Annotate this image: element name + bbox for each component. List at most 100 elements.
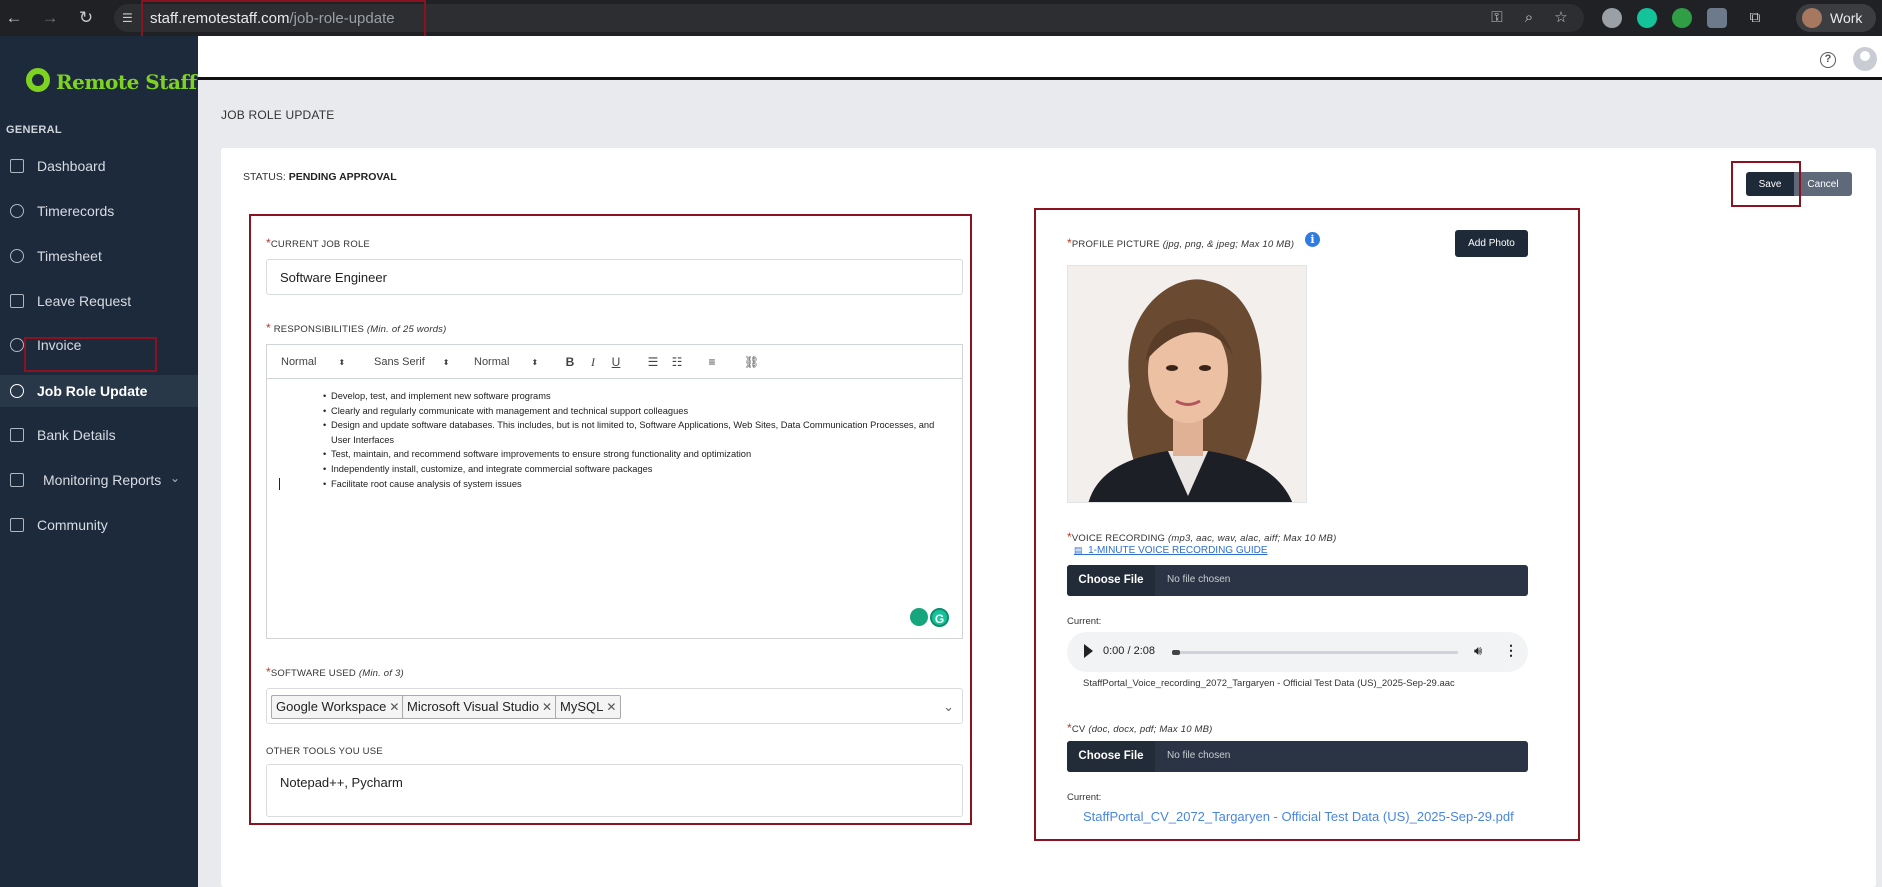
- sidebar-item-bank-details[interactable]: Bank Details: [0, 419, 198, 451]
- back-arrow-icon[interactable]: ←: [4, 8, 24, 28]
- screen-capture-icon[interactable]: [1707, 8, 1727, 28]
- password-key-icon[interactable]: ⚿: [1488, 9, 1506, 27]
- current-voice-label: Current:: [1067, 616, 1102, 627]
- sidebar-item-label: Community: [37, 517, 108, 533]
- page-title: JOB ROLE UPDATE: [221, 108, 335, 122]
- play-icon[interactable]: [1084, 644, 1093, 658]
- cv-file-link[interactable]: StaffPortal_CV_2072_Targaryen - Official…: [1083, 809, 1514, 824]
- software-hint: (Min. of 3): [358, 668, 404, 679]
- remove-chip-icon[interactable]: ✕: [606, 700, 616, 714]
- help-icon[interactable]: ?: [1820, 52, 1836, 68]
- highlight-active-nav: [24, 337, 157, 372]
- list-item: Facilitate root cause analysis of system…: [323, 477, 953, 492]
- brand-name: Remote Staff: [56, 70, 197, 94]
- calendar-icon: [10, 294, 24, 308]
- required-marker: *: [266, 321, 271, 335]
- sidebar-item-timesheet[interactable]: Timesheet: [0, 240, 198, 272]
- sidebar-item-label: Timerecords: [37, 203, 115, 219]
- heading-select[interactable]: Normal ⬍: [281, 356, 345, 368]
- top-bar: ?: [198, 36, 1882, 80]
- extensions-puzzle-icon[interactable]: ⧉: [1746, 9, 1764, 27]
- highlight-url: [141, 0, 426, 41]
- software-multiselect[interactable]: Google Workspace ✕ Microsoft Visual Studi…: [266, 688, 963, 724]
- size-select[interactable]: Normal ⬍: [474, 356, 538, 368]
- zoom-icon[interactable]: ⌕: [1520, 9, 1538, 27]
- sidebar-item-community[interactable]: Community: [0, 509, 198, 541]
- extension-icon[interactable]: [1602, 8, 1622, 28]
- remove-chip-icon[interactable]: ✕: [542, 700, 552, 714]
- audio-player[interactable]: 0:00 / 2:08 🔊︎ ⋮: [1067, 632, 1528, 672]
- list-item: Develop, test, and implement new softwar…: [323, 389, 953, 404]
- bold-icon[interactable]: B: [563, 355, 577, 369]
- italic-icon[interactable]: I: [586, 355, 600, 369]
- align-icon[interactable]: ≡: [705, 355, 719, 369]
- font-select[interactable]: Sans Serif ⬍: [374, 356, 449, 368]
- link-icon[interactable]: ⛓: [744, 355, 759, 369]
- list-item: Independently install, customize, and in…: [323, 462, 953, 477]
- ordered-list-icon[interactable]: ☰: [646, 355, 660, 369]
- forward-arrow-icon[interactable]: →: [40, 8, 60, 28]
- profile-button[interactable]: Work: [1796, 4, 1876, 32]
- info-icon[interactable]: i: [1305, 232, 1320, 247]
- add-photo-button[interactable]: Add Photo: [1455, 230, 1528, 257]
- audio-seek-bar[interactable]: [1172, 650, 1458, 655]
- text-cursor: [279, 478, 280, 490]
- grammarly-icon[interactable]: G: [930, 608, 949, 627]
- remove-chip-icon[interactable]: ✕: [389, 700, 399, 714]
- no-file-text: No file chosen: [1167, 574, 1231, 585]
- sidebar-item-label: Job Role Update: [37, 383, 148, 399]
- responsibilities-hint: (Min. of 25 words): [366, 324, 447, 335]
- sidebar-item-timerecords[interactable]: Timerecords: [0, 195, 198, 227]
- other-tools-label: OTHER TOOLS YOU USE: [266, 746, 383, 757]
- sidebar-item-leave-request[interactable]: Leave Request: [0, 285, 198, 317]
- choose-file-button[interactable]: Choose File: [1067, 565, 1155, 596]
- sidebar-item-label: Timesheet: [37, 248, 102, 264]
- status-text: STATUS: PENDING APPROVAL: [243, 171, 397, 183]
- sidebar-item-label: Monitoring Reports: [43, 472, 162, 488]
- grammarly-extension-icon[interactable]: [1637, 8, 1657, 28]
- document-icon: ▤: [1074, 545, 1083, 555]
- site-settings-icon[interactable]: ☰: [122, 11, 136, 25]
- voice-recording-guide-link[interactable]: ▤ 1-MINUTE VOICE RECORDING GUIDE: [1074, 545, 1268, 556]
- voice-file-input[interactable]: Choose File No file chosen: [1067, 565, 1528, 596]
- sidebar-item-monitoring-reports[interactable]: Monitoring Reports ⌄: [0, 464, 198, 496]
- software-used-label: *SOFTWARE USED (Min. of 3): [266, 665, 404, 679]
- community-icon: [10, 518, 24, 532]
- other-tools-value: Notepad++, Pycharm: [280, 775, 403, 790]
- report-icon: [10, 473, 24, 487]
- status-label: STATUS:: [243, 171, 286, 183]
- editor-toolbar: Normal ⬍ Sans Serif ⬍ Normal ⬍ B I U ☰ ☷ ≡ …: [267, 345, 962, 379]
- cancel-button[interactable]: Cancel: [1794, 172, 1852, 196]
- bullet-list-icon[interactable]: ☷: [670, 355, 684, 369]
- cv-file-input[interactable]: Choose File No file chosen: [1067, 741, 1528, 772]
- bookmark-star-icon[interactable]: ☆: [1552, 9, 1570, 27]
- check-circle-icon: [10, 384, 24, 398]
- cv-hint: (doc, docx, pdf; Max 10 MB): [1088, 724, 1213, 735]
- user-avatar[interactable]: [1853, 47, 1877, 71]
- list-item: Clearly and regularly communicate with m…: [323, 404, 953, 419]
- audio-time: 0:00 / 2:08: [1103, 645, 1155, 657]
- section-title: GENERAL: [6, 124, 62, 136]
- list-item: Test, maintain, and recommend software i…: [323, 447, 953, 462]
- dollar-icon: [10, 338, 24, 352]
- sidebar-item-dashboard[interactable]: Dashboard: [0, 150, 198, 182]
- choose-file-button[interactable]: Choose File: [1067, 741, 1155, 772]
- chevron-down-icon[interactable]: ⌄: [943, 699, 954, 715]
- other-tools-field[interactable]: Notepad++, Pycharm: [266, 764, 963, 817]
- volume-icon[interactable]: 🔊︎: [1474, 643, 1482, 659]
- current-job-role-field[interactable]: Software Engineer: [266, 259, 963, 295]
- underline-icon[interactable]: U: [609, 355, 623, 369]
- more-options-icon[interactable]: ⋮: [1504, 642, 1518, 659]
- extension-badge-icon[interactable]: [1672, 8, 1692, 28]
- profile-photo-image: [1068, 266, 1306, 502]
- profile-avatar: [1802, 8, 1822, 28]
- software-chip: MySQL ✕: [555, 695, 622, 719]
- clock-icon: [10, 204, 24, 218]
- responsibilities-editor[interactable]: Normal ⬍ Sans Serif ⬍ Normal ⬍ B I U ☰ ☷ ≡ …: [266, 344, 963, 639]
- reload-icon[interactable]: ↻: [76, 8, 96, 28]
- sidebar-item-label: Dashboard: [37, 158, 106, 174]
- sidebar-item-job-role-update[interactable]: Job Role Update: [0, 375, 198, 407]
- voice-recording-label: *VOICE RECORDING (mp3, aac, wav, alac, a…: [1067, 530, 1337, 544]
- grammarly-suggestion-icon[interactable]: [910, 608, 928, 626]
- software-chip: Microsoft Visual Studio ✕: [402, 695, 558, 719]
